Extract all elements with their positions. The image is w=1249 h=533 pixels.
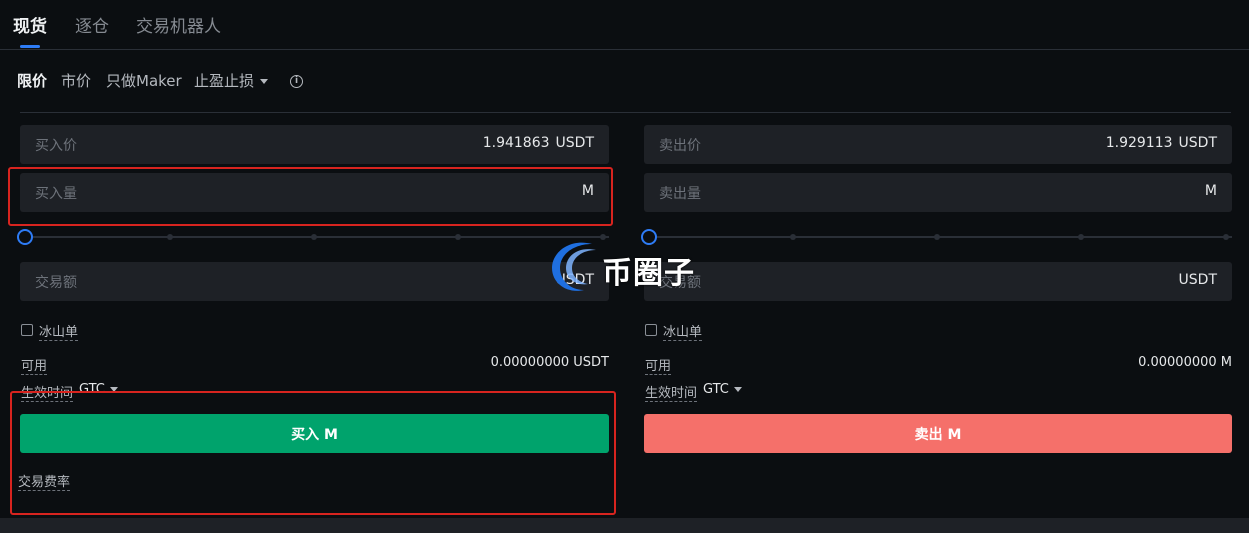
buy-amount-unit: M	[581, 183, 594, 199]
buy-iceberg-checkbox[interactable]	[21, 324, 33, 336]
buy-time-in-force-label: 生效时间	[21, 382, 74, 402]
sell-price-number: 1.929113	[1105, 135, 1173, 151]
highlight-box-buy-section	[10, 391, 616, 515]
buy-price-number: 1.941863	[482, 135, 550, 151]
buy-price-label: 买入价	[35, 138, 77, 154]
caret-down-icon	[109, 387, 118, 392]
slider-tick-100[interactable]	[1223, 234, 1229, 240]
sell-amount-field[interactable]: 卖出量 M	[644, 173, 1232, 212]
slider-tick-100[interactable]	[600, 234, 606, 240]
sell-price-label: 卖出价	[659, 138, 701, 154]
caret-down-icon	[733, 387, 742, 392]
buy-time-in-force-value: GTC	[79, 382, 105, 397]
sell-total-field[interactable]: 交易额 USDT	[644, 262, 1232, 301]
buy-total-placeholder: 交易额	[35, 275, 77, 291]
slider-tick-75[interactable]	[1078, 234, 1084, 240]
sell-total-placeholder: 交易额	[659, 275, 701, 291]
sell-iceberg-option[interactable]: 冰山单	[645, 321, 845, 341]
slider-tick-50[interactable]	[311, 234, 317, 240]
trading-fee-label[interactable]: 交易费率	[18, 471, 71, 491]
order-type-tp-sl-dropdown[interactable]: 止盈止损	[194, 70, 269, 91]
sell-amount-slider[interactable]	[641, 229, 1232, 245]
section-divider	[20, 112, 1231, 113]
buy-available-label: 可用	[21, 355, 48, 375]
sell-time-in-force-row: 生效时间 GTC	[645, 382, 845, 402]
buy-price-unit: USDT	[555, 135, 594, 151]
sell-time-in-force-value: GTC	[703, 382, 729, 397]
market-tabs: 现货 逐仓 交易机器人	[0, 0, 1249, 50]
sell-time-in-force-dropdown[interactable]: GTC	[703, 382, 742, 397]
sell-price-unit: USDT	[1178, 135, 1217, 151]
order-type-limit[interactable]: 限价	[17, 70, 47, 91]
buy-iceberg-option[interactable]: 冰山单	[21, 321, 221, 341]
caret-down-icon	[260, 79, 269, 84]
sell-total-unit: USDT	[1178, 272, 1217, 288]
buy-amount-placeholder: 买入量	[35, 186, 77, 202]
buy-time-in-force-dropdown[interactable]: GTC	[79, 382, 118, 397]
sell-available-value: 0.00000000 M	[1138, 355, 1232, 370]
buy-iceberg-label: 冰山单	[39, 321, 79, 341]
sell-button[interactable]: 卖出 M	[644, 414, 1232, 453]
sell-available-label: 可用	[645, 355, 672, 375]
trade-panel: 现货 逐仓 交易机器人 限价 市价 只做Maker 止盈止损 i 买入价 1.9…	[0, 0, 1249, 518]
tab-isolated-margin[interactable]: 逐仓	[75, 12, 109, 37]
slider-tick-25[interactable]	[790, 234, 796, 240]
sell-amount-unit: M	[1204, 183, 1217, 199]
sell-iceberg-label: 冰山单	[663, 321, 703, 341]
buy-time-in-force-row: 生效时间 GTC	[21, 382, 221, 402]
buy-amount-slider[interactable]	[17, 229, 609, 245]
bottom-strip	[0, 518, 1249, 533]
buy-amount-field[interactable]: 买入量 M	[20, 173, 609, 212]
slider-tick-50[interactable]	[934, 234, 940, 240]
buy-total-field[interactable]: 交易额 USDT	[20, 262, 609, 301]
active-tab-indicator	[20, 45, 40, 48]
buy-available-value: 0.00000000 USDT	[490, 355, 609, 370]
buy-button[interactable]: 买入 M	[20, 414, 609, 453]
buy-available-row: 可用 0.00000000 USDT	[21, 355, 609, 375]
sell-available-row: 可用 0.00000000 M	[645, 355, 1232, 375]
sell-amount-placeholder: 卖出量	[659, 186, 701, 202]
slider-handle[interactable]	[641, 229, 657, 245]
slider-handle[interactable]	[17, 229, 33, 245]
order-type-market[interactable]: 市价	[61, 70, 91, 91]
buy-price-value: 1.941863 USDT	[483, 135, 594, 151]
slider-tick-25[interactable]	[167, 234, 173, 240]
sell-price-value: 1.929113 USDT	[1106, 135, 1217, 151]
buy-price-field[interactable]: 买入价 1.941863 USDT	[20, 125, 609, 164]
order-type-maker-only[interactable]: 只做Maker	[106, 70, 182, 91]
slider-tick-75[interactable]	[455, 234, 461, 240]
tab-spot[interactable]: 现货	[13, 12, 47, 37]
tab-trading-bot[interactable]: 交易机器人	[136, 12, 221, 37]
order-type-tp-sl-label: 止盈止损	[194, 72, 255, 90]
sell-price-field[interactable]: 卖出价 1.929113 USDT	[644, 125, 1232, 164]
buy-total-unit: USDT	[555, 272, 594, 288]
info-icon[interactable]: i	[290, 75, 303, 88]
sell-time-in-force-label: 生效时间	[645, 382, 698, 402]
sell-iceberg-checkbox[interactable]	[645, 324, 657, 336]
